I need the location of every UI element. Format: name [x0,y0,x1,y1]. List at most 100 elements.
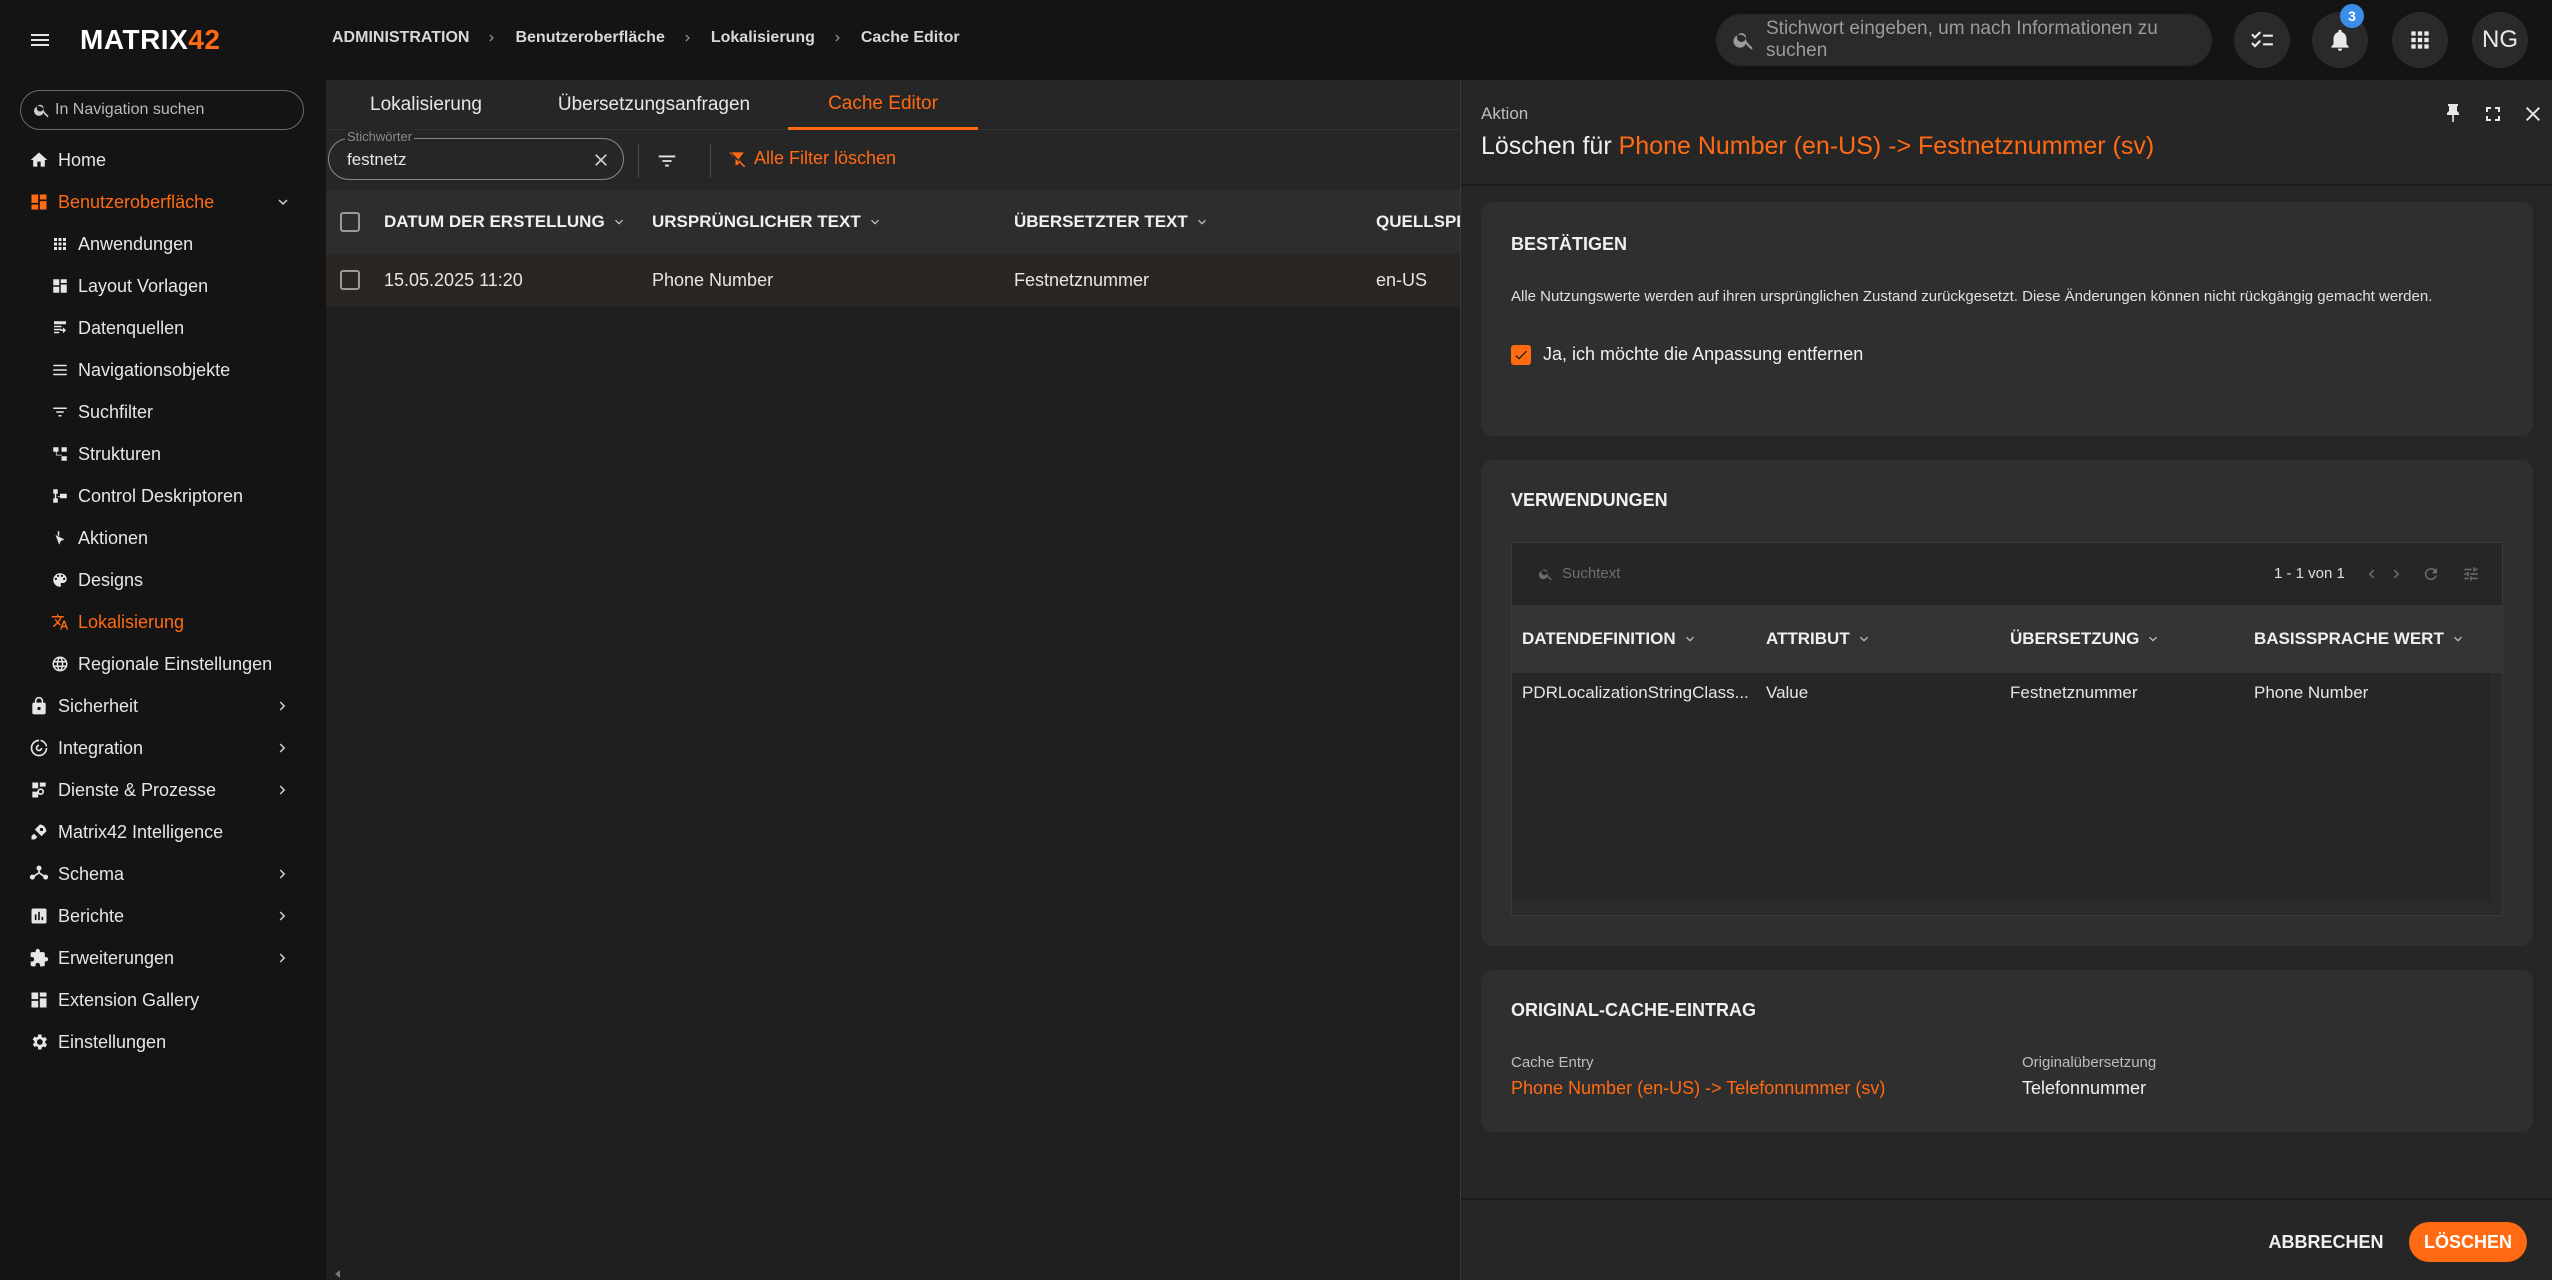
sidebar-item-dienste-prozesse[interactable]: Dienste & Prozesse [0,769,326,811]
original-translation-label: Originalübersetzung [2022,1054,2157,1071]
select-all-checkbox[interactable] [340,212,360,232]
chevron-left-icon[interactable] [2362,565,2380,583]
usages-search-placeholder: Suchtext [1562,565,1621,582]
gallery-icon [28,989,50,1011]
chevron-right-icon [279,701,286,711]
menu-icon[interactable] [28,28,52,52]
layout-icon [49,275,71,297]
close-icon[interactable] [2521,102,2545,126]
confirm-title: BESTÄTIGEN [1511,234,1628,254]
scroll-left-icon[interactable] [332,1268,344,1280]
clear-filters-button[interactable]: Alle Filter löschen [728,148,896,169]
sidebar-item-label: Strukturen [78,443,162,464]
row-checkbox[interactable] [340,270,360,290]
confirm-card: BESTÄTIGEN Alle Nutzungswerte werden auf… [1481,202,2533,436]
table-row[interactable]: PDRLocalizationStringClass... Value Fest… [1512,673,2502,713]
filter-bar: Stichwörter festnetz Alle Filter löschen [326,129,1460,190]
palette-icon [49,569,71,591]
sidebar-item-label: Layout Vorlagen [78,275,209,296]
vertical-scrollbar[interactable] [2490,673,2502,903]
sidebar-item-integration[interactable]: Integration [0,727,326,769]
sidebar-item-matrix42-intelligence[interactable]: Matrix42 Intelligence [0,811,326,853]
cell-original-text: Phone Number [652,269,774,290]
usages-grid: Suchtext 1 - 1 von 1 DATENDEFINITION ATT… [1511,542,2503,916]
filter-icon[interactable] [656,150,678,172]
chevron-down-icon [1197,219,1206,225]
chevron-down-icon [1859,636,1868,642]
breadcrumb-item[interactable]: Benutzeroberfläche [515,29,664,47]
check-icon [1515,350,1527,360]
bell-icon [2331,29,2349,51]
sidebar-item-einstellungen[interactable]: Einstellungen [0,1021,326,1063]
global-search-input[interactable]: Stichwort eingeben, um nach Informatione… [1716,14,2212,66]
notifications-button[interactable]: 3 [2312,4,2368,68]
sidebar-item-layout-vorlagen[interactable]: Layout Vorlagen [0,265,326,307]
keyword-field[interactable]: Stichwörter festnetz [328,129,624,180]
sidebar-item-strukturen[interactable]: Strukturen [0,433,326,475]
column-header-label: DATUM DER ERSTELLUNG [384,212,605,231]
matrix42-logo[interactable]: MATRIX42 [80,24,220,56]
close-icon[interactable] [591,150,611,170]
horizontal-scrollbar[interactable] [1512,901,2502,915]
sidebar-item-aktionen[interactable]: Aktionen [0,517,326,559]
chevron-right-icon [835,34,840,42]
fullscreen-icon[interactable] [2481,102,2505,126]
sidebar-item-erweiterungen[interactable]: Erweiterungen [0,937,326,979]
sidebar: In Navigation suchen Home Benutzeroberfl… [0,80,326,1280]
column-header-attribut[interactable]: ATTRIBUT [1766,605,1872,673]
avatar[interactable]: NG [2472,12,2528,68]
sidebar-item-control-deskriptoren[interactable]: Control Deskriptoren [0,475,326,517]
column-header-date[interactable]: DATUM DER ERSTELLUNG [384,190,627,254]
chevron-down-icon [1685,636,1694,642]
tab-uebersetzungsanfragen[interactable]: Übersetzungsanfragen [536,80,772,130]
sidebar-item-navigationsobjekte[interactable]: Navigationsobjekte [0,349,326,391]
column-header-source-language[interactable]: QUELLSPR [1376,190,1469,254]
cancel-button[interactable]: ABBRECHEN [2251,1222,2401,1262]
sidebar-item-home[interactable]: Home [0,139,326,181]
sidebar-item-berichte[interactable]: Berichte [0,895,326,937]
delete-button[interactable]: LÖSCHEN [2409,1222,2527,1262]
column-header-basissprache-wert[interactable]: BASISSPRACHE WERT [2254,605,2466,673]
usages-search-input[interactable]: Suchtext [1538,565,1620,582]
breadcrumb-item[interactable]: ADMINISTRATION [332,29,469,47]
column-header-original-text[interactable]: URSPRÜNGLICHER TEXT [652,190,883,254]
column-header-label: ÜBERSETZTER TEXT [1014,212,1188,231]
column-header-translated-text[interactable]: ÜBERSETZTER TEXT [1014,190,1210,254]
sidebar-item-lokalisierung[interactable]: Lokalisierung [0,601,326,643]
refresh-icon[interactable] [2422,565,2440,583]
column-header-uebersetzung[interactable]: ÜBERSETZUNG [2010,605,2161,673]
column-header-label: BASISSPRACHE WERT [2254,629,2444,648]
sidebar-item-designs[interactable]: Designs [0,559,326,601]
chevron-right-icon [685,34,690,42]
filter-off-icon [729,151,746,167]
sidebar-item-anwendungen[interactable]: Anwendungen [0,223,326,265]
checkbox-checked[interactable] [1511,344,1531,365]
app-launcher-button[interactable] [2392,12,2448,68]
breadcrumb-item[interactable]: Lokalisierung [711,29,815,47]
confirm-checkbox[interactable]: Ja, ich möchte die Anpassung entfernen [1511,344,1863,365]
sidebar-item-sicherheit[interactable]: Sicherheit [0,685,326,727]
structure-icon [49,443,71,465]
table-row[interactable]: 15.05.2025 11:20 Phone Number Festnetznu… [326,254,1460,306]
grid-icon [2411,31,2429,49]
sidebar-item-suchfilter[interactable]: Suchfilter [0,391,326,433]
integration-icon [28,737,50,759]
sidebar-item-regionale-einstellungen[interactable]: Regionale Einstellungen [0,643,326,685]
sidebar-item-extension-gallery[interactable]: Extension Gallery [0,979,326,1021]
pin-icon[interactable] [2441,102,2465,126]
column-settings-icon[interactable] [2462,565,2480,583]
cache-entry-link[interactable]: Phone Number (en-US) -> Telefonnummer (s… [1511,1078,1885,1099]
search-icon [1733,33,1753,50]
cache-entry-label: Cache Entry [1511,1054,1594,1071]
sidebar-item-datenquellen[interactable]: Datenquellen [0,307,326,349]
notification-badge: 3 [2340,4,2364,28]
sidebar-item-label: Designs [78,569,144,590]
tasks-button[interactable] [2234,12,2290,68]
tab-cache-editor[interactable]: Cache Editor [788,80,978,130]
column-header-datendefinition[interactable]: DATENDEFINITION [1522,605,1698,673]
tab-lokalisierung[interactable]: Lokalisierung [336,80,516,130]
nav-search-input[interactable]: In Navigation suchen [20,90,304,130]
sidebar-item-benutzeroberflaeche[interactable]: Benutzeroberfläche [0,181,326,223]
chevron-right-icon[interactable] [2388,565,2406,583]
sidebar-item-schema[interactable]: Schema [0,853,326,895]
